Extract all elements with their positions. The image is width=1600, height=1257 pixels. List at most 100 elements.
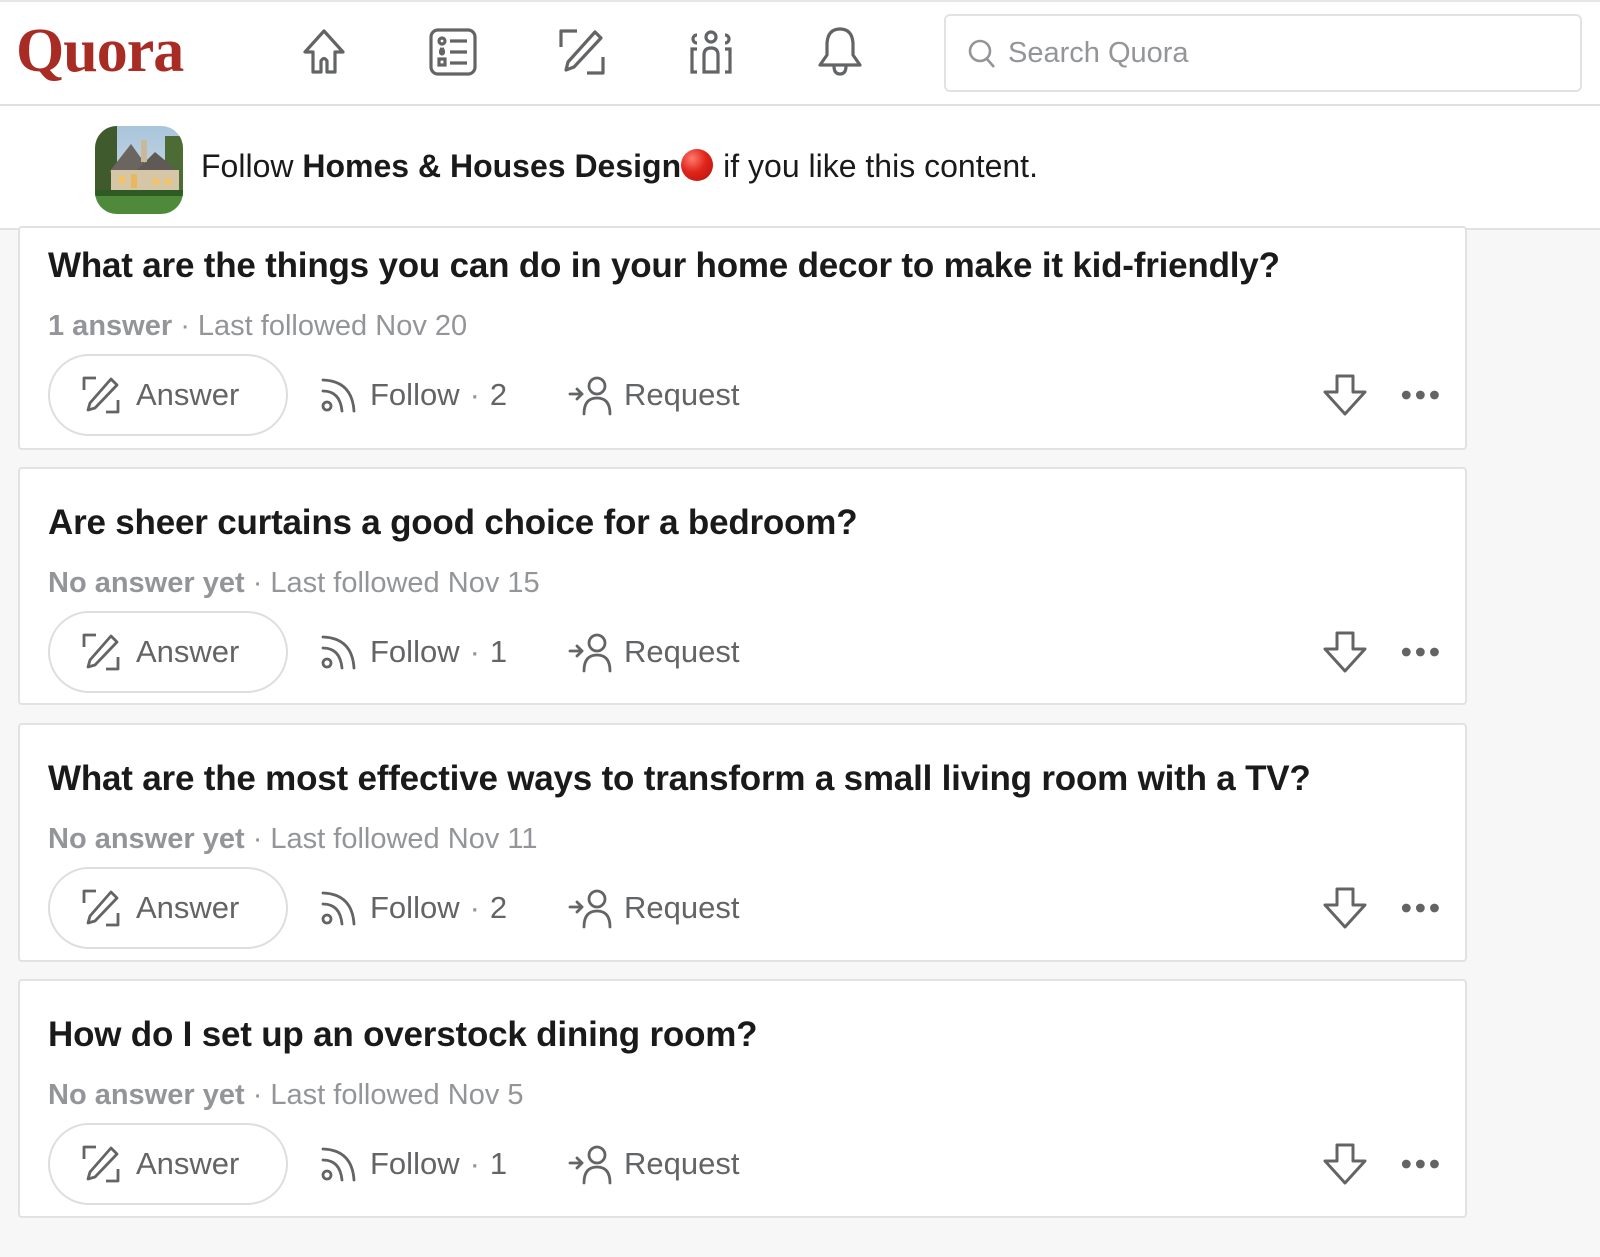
question-card: Are sheer curtains a good choice for a b… — [18, 467, 1467, 705]
separator: · — [469, 377, 480, 412]
request-label: Request — [624, 377, 740, 412]
follow-button[interactable]: Follow · 1 — [318, 611, 507, 693]
request-label: Request — [624, 890, 740, 925]
last-followed: · Last followed Nov 20 — [180, 310, 468, 342]
search-input[interactable] — [1008, 36, 1568, 70]
follow-button[interactable]: Follow · 1 — [318, 1123, 507, 1205]
answer-count-link[interactable]: No answer yet — [48, 823, 245, 855]
rss-follow-icon — [321, 1147, 356, 1182]
more-options-icon — [1401, 647, 1439, 657]
search-icon — [968, 39, 995, 68]
follow-button[interactable]: Follow · 2 — [318, 867, 507, 949]
banner-prefix: Follow — [201, 148, 303, 184]
answer-count-link[interactable]: No answer yet — [48, 1079, 245, 1111]
answer-button[interactable]: Answer — [48, 611, 288, 693]
nav-spaces[interactable] — [683, 24, 739, 80]
question-meta: 1 answer · Last followed Nov 20 — [48, 310, 467, 343]
pencil-icon — [82, 376, 120, 414]
question-actions: Answer Follow · 1 Request — [48, 1123, 1439, 1205]
rss-follow-icon — [321, 635, 356, 670]
rss-follow-icon — [321, 891, 356, 926]
request-label: Request — [624, 1146, 740, 1181]
house-photo-icon — [95, 126, 183, 214]
search-box[interactable] — [944, 14, 1582, 92]
more-options-button[interactable] — [1398, 1139, 1448, 1189]
question-actions: Answer Follow · 1 Request — [48, 611, 1439, 693]
answer-label: Answer — [136, 634, 240, 669]
red-circle-icon — [681, 149, 714, 181]
downvote-icon — [1323, 887, 1367, 929]
nav-following[interactable] — [425, 24, 481, 80]
nav-answer[interactable] — [554, 24, 610, 80]
request-button[interactable]: Request — [568, 867, 739, 949]
question-card: What are the most effective ways to tran… — [18, 723, 1467, 962]
downvote-button[interactable] — [1320, 627, 1370, 677]
last-followed: · Last followed Nov 5 — [252, 1079, 524, 1111]
separator: · — [469, 634, 480, 669]
space-avatar[interactable] — [95, 126, 183, 214]
downvote-button[interactable] — [1320, 883, 1370, 933]
rss-follow-icon — [321, 378, 356, 413]
request-person-icon — [568, 889, 612, 929]
question-meta: No answer yet · Last followed Nov 15 — [48, 567, 540, 600]
request-button[interactable]: Request — [568, 1123, 739, 1205]
pencil-icon — [82, 633, 120, 671]
follow-button[interactable]: Follow · 2 — [318, 354, 507, 436]
answer-label: Answer — [136, 890, 240, 925]
space-name-link[interactable]: Homes & Houses Design — [302, 148, 681, 184]
nav-notifications[interactable] — [812, 24, 868, 80]
question-title[interactable]: How do I set up an overstock dining room… — [48, 1015, 758, 1055]
quora-logo[interactable]: Quora — [16, 16, 184, 87]
answer-count-link[interactable]: No answer yet — [48, 567, 245, 599]
separator: · — [469, 890, 480, 925]
request-person-icon — [568, 633, 612, 673]
nav-home[interactable] — [296, 24, 352, 80]
question-meta: No answer yet · Last followed Nov 5 — [48, 1079, 524, 1112]
downvote-button[interactable] — [1320, 1139, 1370, 1189]
follow-count: 1 — [489, 1146, 508, 1181]
follow-count: 1 — [489, 634, 508, 669]
more-options-button[interactable] — [1398, 370, 1448, 420]
downvote-button[interactable] — [1320, 370, 1370, 420]
last-followed: · Last followed Nov 11 — [252, 823, 538, 855]
question-actions: Answer Follow · 2 Request — [48, 354, 1439, 436]
request-button[interactable]: Request — [568, 611, 739, 693]
answer-label: Answer — [136, 377, 240, 412]
follow-label: Follow — [370, 377, 460, 412]
downvote-icon — [1323, 631, 1367, 673]
question-title[interactable]: What are the most effective ways to tran… — [48, 759, 1311, 799]
answer-button[interactable]: Answer — [48, 867, 288, 949]
last-followed: · Last followed Nov 15 — [252, 567, 540, 599]
downvote-icon — [1323, 1143, 1367, 1185]
request-label: Request — [624, 634, 740, 669]
answer-button[interactable]: Answer — [48, 1123, 288, 1205]
banner-suffix: if you like this content. — [723, 148, 1038, 184]
question-title[interactable]: What are the things you can do in your h… — [48, 246, 1280, 286]
question-title[interactable]: Are sheer curtains a good choice for a b… — [48, 503, 858, 543]
pencil-icon — [82, 889, 120, 927]
question-card: What are the things you can do in your h… — [18, 226, 1467, 450]
follow-label: Follow — [370, 1146, 460, 1181]
answer-count-link[interactable]: 1 answer — [48, 310, 172, 342]
follow-space-banner: Follow Homes & Houses Design if you like … — [0, 106, 1600, 230]
request-button[interactable]: Request — [568, 354, 739, 436]
more-options-button[interactable] — [1398, 627, 1448, 677]
more-options-button[interactable] — [1398, 883, 1448, 933]
pencil-icon — [82, 1145, 120, 1183]
question-meta: No answer yet · Last followed Nov 11 — [48, 823, 537, 856]
home-icon — [303, 29, 345, 74]
question-actions: Answer Follow · 2 Request — [48, 867, 1439, 949]
downvote-icon — [1323, 374, 1367, 416]
more-options-icon — [1401, 390, 1439, 400]
banner-message: Follow Homes & Houses Design if you like … — [201, 148, 1038, 185]
question-card: How do I set up an overstock dining room… — [18, 979, 1467, 1218]
following-icon — [429, 28, 477, 76]
answer-label: Answer — [136, 1146, 240, 1181]
request-person-icon — [568, 376, 612, 416]
more-options-icon — [1401, 1159, 1439, 1169]
follow-count: 2 — [489, 890, 508, 925]
more-options-icon — [1401, 903, 1439, 913]
answer-button[interactable]: Answer — [48, 354, 288, 436]
follow-count: 2 — [489, 377, 508, 412]
request-person-icon — [568, 1145, 612, 1185]
